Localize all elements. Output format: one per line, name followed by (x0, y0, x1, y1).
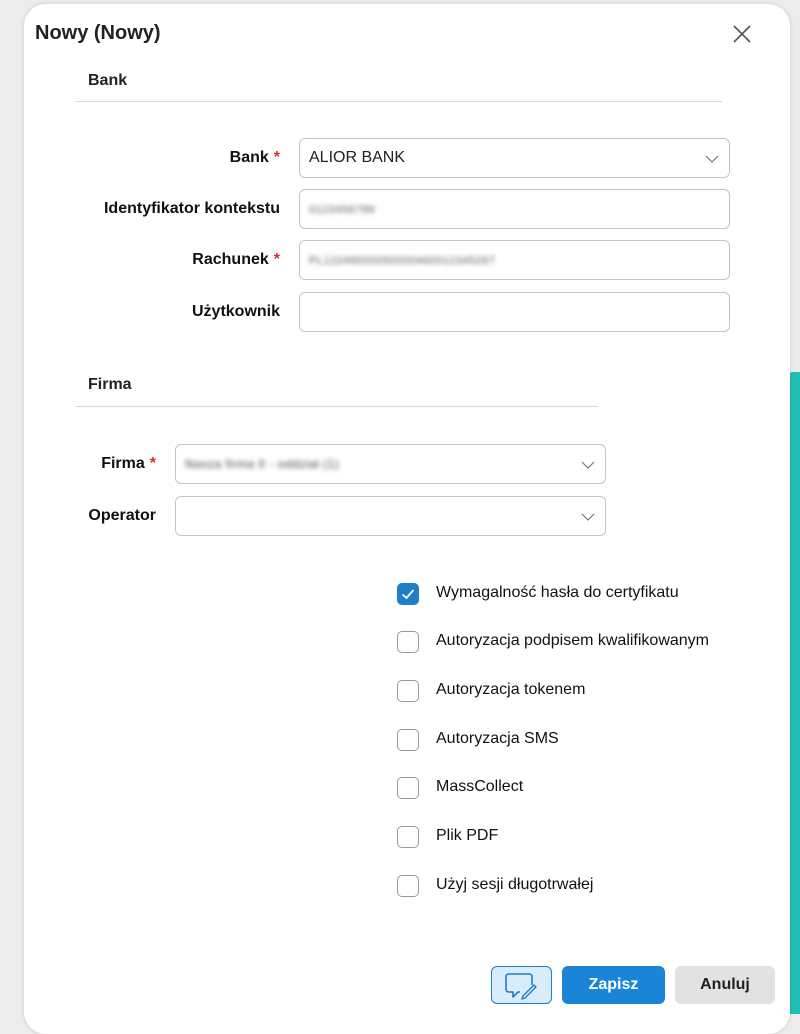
account-label: Rachunek * (192, 251, 280, 268)
account-value: PL12249000050000460012345267 (309, 255, 496, 267)
chevron-down-icon (581, 461, 595, 469)
option-label: Autoryzacja SMS (436, 730, 559, 747)
option-label: MassCollect (436, 778, 524, 795)
save-button[interactable]: Zapisz (562, 966, 665, 1004)
operator-select[interactable] (175, 496, 606, 536)
required-mark: * (149, 455, 156, 472)
cancel-button[interactable]: Anuluj (675, 966, 775, 1004)
user-label: Użytkownik (191, 303, 280, 320)
chevron-down-icon (581, 513, 595, 521)
company-label: Firma * (101, 455, 156, 472)
user-input[interactable] (299, 292, 730, 332)
bank-label: Bank * (229, 149, 280, 166)
note-edit-icon (505, 973, 537, 1000)
required-mark: * (273, 251, 280, 268)
option-label: Plik PDF (436, 827, 499, 844)
option-label: Użyj sesji długotrwałej (436, 876, 594, 893)
context-id-value: 0123456789 (309, 204, 376, 216)
company-select-value: Nasza firma 0 - oddział (1) (185, 457, 340, 471)
bank-select[interactable]: ALIOR BANK (299, 138, 730, 178)
bank-select-value: ALIOR BANK (309, 149, 406, 166)
checkmark-icon (401, 589, 415, 600)
company-select[interactable]: Nasza firma 0 - oddział (1) (175, 444, 606, 484)
checkbox[interactable] (397, 826, 419, 848)
context-id-label: Identyfikator kontekstu (103, 200, 280, 217)
option-label: Wymagalność hasła do certyfikatu (436, 584, 679, 601)
dialog-title: Nowy (Nowy) (35, 22, 161, 44)
checkbox[interactable] (397, 680, 419, 702)
section-divider (76, 101, 722, 102)
checkbox[interactable] (397, 583, 419, 605)
option-label: Autoryzacja tokenem (436, 681, 586, 698)
note-button[interactable] (491, 966, 552, 1004)
section-divider (76, 406, 598, 407)
section-heading-bank: Bank (88, 72, 128, 89)
close-icon[interactable] (730, 22, 754, 46)
required-mark: * (273, 149, 280, 166)
checkbox[interactable] (397, 631, 419, 653)
section-heading-company: Firma (88, 376, 132, 393)
account-input[interactable]: PL12249000050000460012345267 (299, 240, 730, 280)
context-id-input[interactable]: 0123456789 (299, 189, 730, 229)
option-label: Autoryzacja podpisem kwalifikowanym (436, 632, 709, 649)
chevron-down-icon (705, 155, 719, 163)
checkbox[interactable] (397, 777, 419, 799)
checkbox[interactable] (397, 729, 419, 751)
operator-label: Operator (88, 507, 156, 524)
checkbox[interactable] (397, 875, 419, 897)
